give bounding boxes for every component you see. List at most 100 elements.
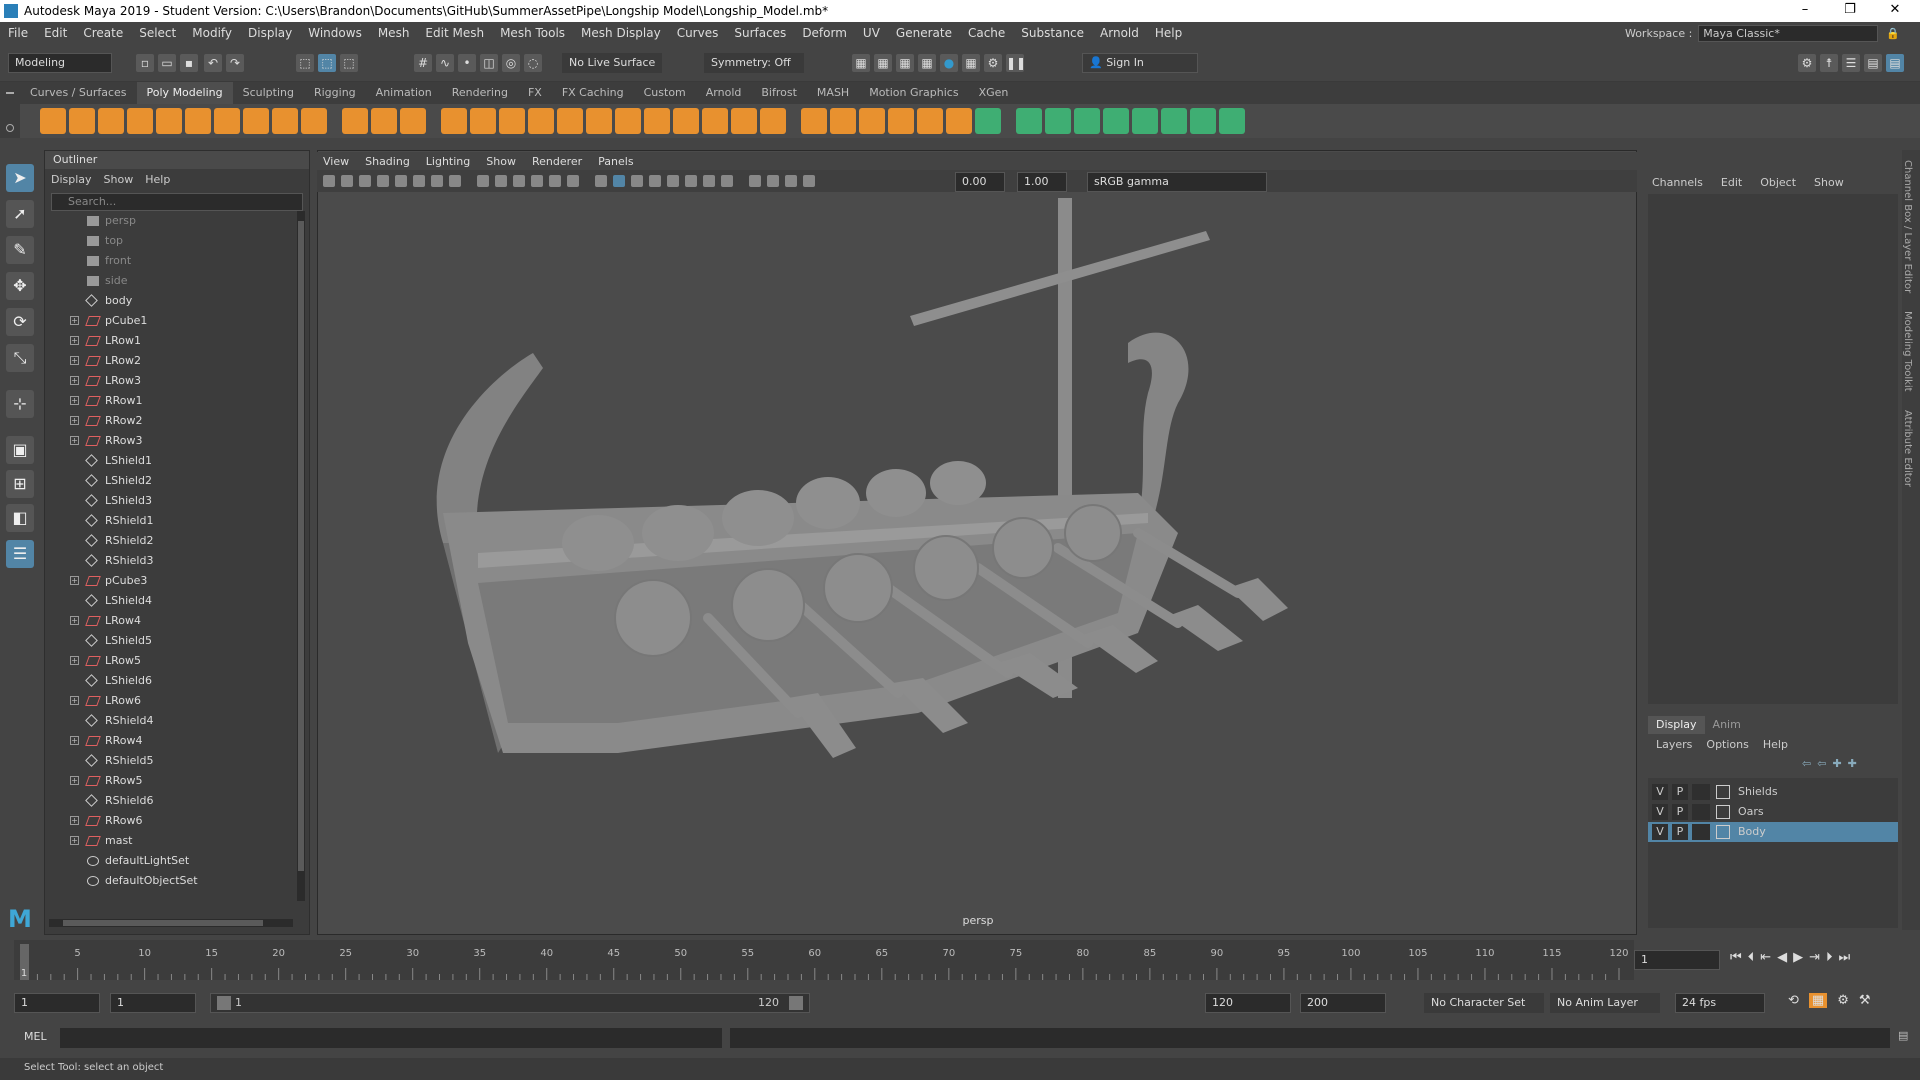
- longship-3d-scene[interactable]: persp: [318, 193, 1636, 934]
- outliner-item-lrow3[interactable]: + LRow3: [45, 371, 295, 391]
- two-pane-layout-icon[interactable]: ◧: [6, 504, 34, 532]
- gamma-field[interactable]: 1.00: [1017, 172, 1067, 192]
- step-forward-frame-icon[interactable]: ⏵: [1826, 950, 1833, 970]
- outliner-item-lshield3[interactable]: LShield3: [45, 491, 295, 511]
- outliner-item-lshield1[interactable]: LShield1: [45, 451, 295, 471]
- shelf-camera-map-icon[interactable]: [1045, 108, 1071, 134]
- outliner-item-rrow3[interactable]: + RRow3: [45, 431, 295, 451]
- ipr-render-icon[interactable]: ▦: [874, 54, 892, 72]
- shelf-cut-uv-icon[interactable]: [1074, 108, 1100, 134]
- snap-live-icon[interactable]: ◎: [502, 54, 520, 72]
- minimize-button[interactable]: –: [1785, 0, 1825, 22]
- viewport-menu-shading[interactable]: Shading: [365, 155, 410, 168]
- animation-end-field[interactable]: 200: [1300, 993, 1386, 1013]
- animation-prefs-icon[interactable]: ⚒: [1859, 993, 1871, 1008]
- viewport-menu-panels[interactable]: Panels: [598, 155, 633, 168]
- shelf-smooth-icon[interactable]: [441, 108, 467, 134]
- pause-ipr-icon[interactable]: ❚❚: [1006, 54, 1026, 72]
- safe-action-icon[interactable]: [549, 175, 561, 187]
- outliner-item-rrow4[interactable]: + RRow4: [45, 731, 295, 751]
- select-component-icon[interactable]: ⬚: [340, 54, 358, 72]
- shelf-bridge-icon[interactable]: [557, 108, 583, 134]
- new-scene-icon[interactable]: ▫: [136, 54, 154, 72]
- resolution-gate-icon[interactable]: [495, 175, 507, 187]
- shelf-torus-icon[interactable]: [156, 108, 182, 134]
- snap-view-icon[interactable]: ◫: [480, 54, 498, 72]
- loop-icon[interactable]: ⟲: [1788, 993, 1799, 1008]
- outliner-item-defaultobjectset[interactable]: defaultObjectSet: [45, 871, 295, 891]
- shelf-sphere-icon[interactable]: [40, 108, 66, 134]
- shelf-tab-rigging[interactable]: Rigging: [304, 82, 366, 104]
- shelf-tab-animation[interactable]: Animation: [366, 82, 442, 104]
- outliner-menu-display[interactable]: Display: [51, 173, 92, 186]
- mel-label[interactable]: MEL: [24, 1030, 47, 1043]
- tab-anim-layers[interactable]: Anim: [1705, 716, 1749, 734]
- shelf-target-weld-icon[interactable]: [801, 108, 827, 134]
- outliner-item-front[interactable]: front: [45, 251, 295, 271]
- shelf-tab-poly-modeling[interactable]: Poly Modeling: [136, 82, 233, 104]
- new-layer-icon[interactable]: ✚: [1832, 757, 1841, 775]
- layer-row-body[interactable]: V P Body: [1648, 822, 1898, 842]
- shelf-bridge-edge-icon[interactable]: [644, 108, 670, 134]
- shelf-extract-icon[interactable]: [528, 108, 554, 134]
- fps-dropdown[interactable]: 24 fps: [1675, 993, 1765, 1013]
- select-tool-icon[interactable]: ➤: [6, 164, 34, 192]
- shelf-tab-curves-surfaces[interactable]: Curves / Surfaces: [20, 82, 137, 104]
- shelf-tab-fx[interactable]: FX: [518, 82, 552, 104]
- shelf-auto-map-icon[interactable]: [1016, 108, 1042, 134]
- expand-icon[interactable]: +: [70, 396, 79, 405]
- snap-curve-icon[interactable]: ∿: [436, 54, 454, 72]
- menu-windows[interactable]: Windows: [300, 26, 370, 40]
- move-tool-icon[interactable]: ✥: [6, 272, 34, 300]
- new-layer-selected-icon[interactable]: ✚: [1848, 757, 1857, 775]
- outliner-vertical-scrollbar[interactable]: [297, 211, 305, 901]
- symmetry-dropdown[interactable]: Symmetry: Off: [704, 53, 804, 73]
- expand-icon[interactable]: +: [70, 776, 79, 785]
- move-layer-down-icon[interactable]: ⇦: [1817, 757, 1826, 775]
- time-slider[interactable]: 5 10 15 20 25 30 35 40 45 50 55 60 65 70 75 80 85 90 95 100…: [0, 940, 1920, 982]
- shelf-planar-map-icon[interactable]: [975, 108, 1001, 134]
- layer-help-menu[interactable]: Help: [1763, 736, 1788, 754]
- outliner-item-rshield4[interactable]: RShield4: [45, 711, 295, 731]
- bookmarks-icon[interactable]: [377, 175, 389, 187]
- shelf-combine-icon[interactable]: [371, 108, 397, 134]
- four-view-layout-icon[interactable]: ⊞: [6, 470, 34, 498]
- outliner-item-top[interactable]: top: [45, 231, 295, 251]
- shelf-multi-cut-icon[interactable]: [760, 108, 786, 134]
- outliner-layout-icon[interactable]: ☰: [6, 540, 34, 568]
- shelf-fill-hole-icon[interactable]: [702, 108, 728, 134]
- shelf-cleanup-icon[interactable]: [731, 108, 757, 134]
- channel-box-toggle-icon[interactable]: ▤: [1886, 54, 1904, 72]
- outliner-item-lrow6[interactable]: + LRow6: [45, 691, 295, 711]
- outliner-item-pcube1[interactable]: + pCube1: [45, 311, 295, 331]
- show-manipulator-icon[interactable]: ⊹: [6, 390, 34, 418]
- outliner-item-body[interactable]: body: [45, 291, 295, 311]
- layer-color-swatch[interactable]: [1692, 804, 1710, 820]
- outliner-item-rrow6[interactable]: + RRow6: [45, 811, 295, 831]
- modeling-toolkit-icon[interactable]: ⚙: [1798, 54, 1816, 72]
- expand-icon[interactable]: +: [70, 376, 79, 385]
- undo-icon[interactable]: ↶: [204, 54, 222, 72]
- edit-menu[interactable]: Edit: [1721, 176, 1742, 189]
- shelf-cube-icon[interactable]: [69, 108, 95, 134]
- default-lighting-icon[interactable]: [631, 175, 643, 187]
- outliner-item-defaultlightset[interactable]: defaultLightSet: [45, 851, 295, 871]
- go-to-start-icon[interactable]: ⏮: [1730, 950, 1742, 970]
- shelf-options-icon[interactable]: [0, 82, 20, 138]
- layers-menu[interactable]: Layers: [1656, 736, 1692, 754]
- shelf-tab-sculpting[interactable]: Sculpting: [233, 82, 304, 104]
- render-settings-icon[interactable]: ▦: [896, 54, 914, 72]
- move-layer-up-icon[interactable]: ⇦: [1802, 757, 1811, 775]
- 2d-pan-zoom-icon[interactable]: [413, 175, 425, 187]
- single-perspective-layout-icon[interactable]: ▣: [6, 436, 34, 464]
- hypershade-icon[interactable]: ▦: [918, 54, 936, 72]
- shelf-insert-loop-icon[interactable]: [888, 108, 914, 134]
- attribute-editor-icon[interactable]: ☰: [1842, 54, 1860, 72]
- lock-icon[interactable]: 🔒: [1886, 27, 1900, 40]
- expand-icon[interactable]: +: [70, 576, 79, 585]
- layer-playback-toggle[interactable]: P: [1672, 804, 1688, 820]
- shelf-cylinder-icon[interactable]: [98, 108, 124, 134]
- outliner-item-rshield6[interactable]: RShield6: [45, 791, 295, 811]
- menu-edit-mesh[interactable]: Edit Mesh: [417, 26, 492, 40]
- scale-tool-icon[interactable]: ⤡: [6, 344, 34, 372]
